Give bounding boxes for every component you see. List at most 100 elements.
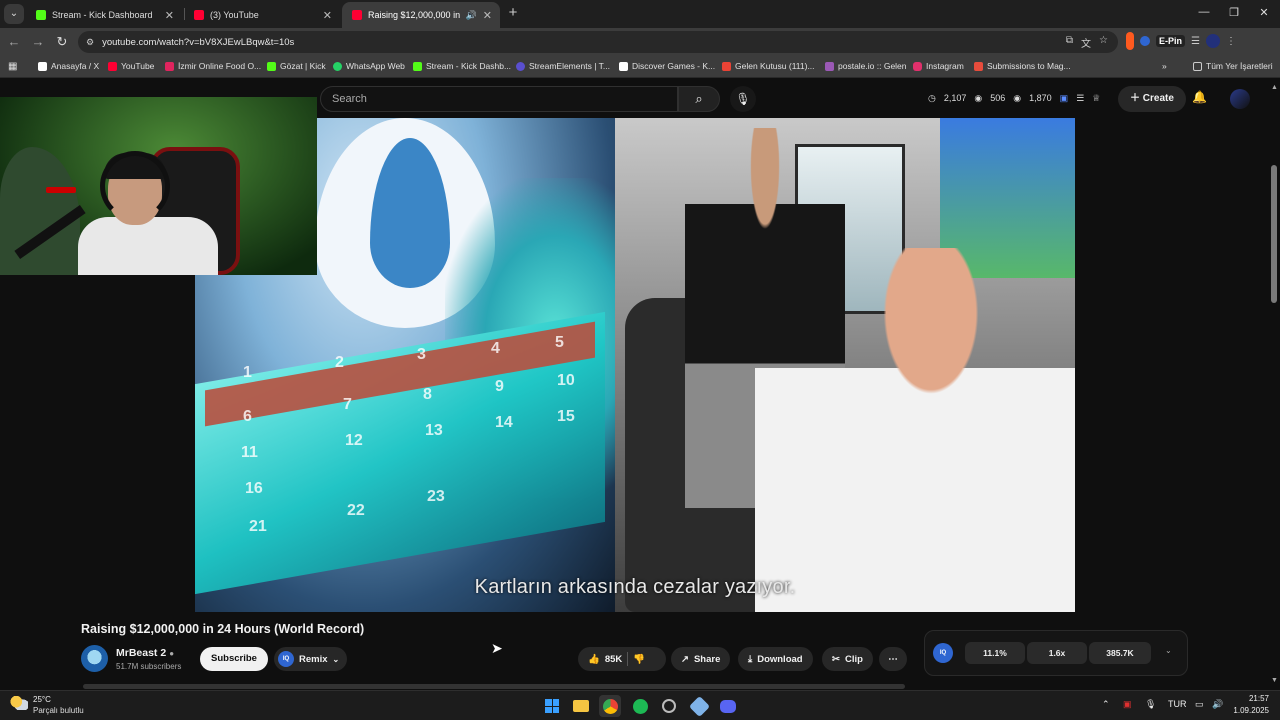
- bookmark-item[interactable]: Gelen Kutusu (111)...: [722, 61, 815, 71]
- reload-icon[interactable]: ↻: [53, 34, 71, 50]
- board-number: 22: [347, 502, 365, 519]
- bookmark-item[interactable]: İzmir Online Food O...: [165, 61, 261, 71]
- network-icon[interactable]: ▭: [1195, 699, 1204, 710]
- windows-taskbar: 25°C Parçalı bulutlu ⌃ ▣ 🎙 TUR ▭ 🔊 21:57…: [0, 690, 1280, 720]
- search-input[interactable]: Search: [320, 86, 678, 112]
- bookmark-label: Gözat | Kick: [280, 61, 326, 71]
- bookmark-item[interactable]: WhatsApp Web: [333, 61, 405, 71]
- windows-start-icon[interactable]: [541, 695, 563, 717]
- bookmark-item[interactable]: YouTube: [108, 61, 154, 71]
- video-caption: Kartların arkasında cezalar yazıyor.: [474, 576, 796, 598]
- create-button[interactable]: ＋ Create: [1118, 86, 1186, 112]
- tab-youtube-home[interactable]: (3) YouTube ✕: [184, 2, 340, 28]
- weather-temperature[interactable]: 25°C: [33, 695, 51, 704]
- bookmark-item[interactable]: Instagram: [913, 61, 964, 71]
- weather-cloud-sun-icon[interactable]: [10, 696, 28, 710]
- apps-grid-icon[interactable]: ▦: [8, 61, 17, 72]
- clock-date[interactable]: 1.09.2025: [1229, 706, 1269, 715]
- tab-search-button[interactable]: ⌄: [4, 4, 24, 24]
- media-controls-icon[interactable]: ☰: [1191, 36, 1200, 47]
- bookmark-item[interactable]: Anasayfa / X: [38, 61, 99, 71]
- close-tab-icon[interactable]: ✕: [323, 9, 332, 22]
- speaker-icon[interactable]: 🔊: [466, 10, 477, 21]
- close-tab-icon[interactable]: ✕: [483, 9, 492, 22]
- board-number: 15: [557, 408, 575, 425]
- iq-extension-icon[interactable]: ▣: [1060, 93, 1069, 104]
- share-button[interactable]: ↗ Share: [671, 647, 731, 671]
- extension-epin-badge[interactable]: E-Pin: [1156, 35, 1186, 47]
- bookmark-item[interactable]: Gözat | Kick: [267, 61, 326, 71]
- scroll-down-icon[interactable]: ▼: [1271, 677, 1278, 684]
- back-arrow-icon[interactable]: ←: [5, 34, 23, 49]
- notifications-bell-icon[interactable]: 🔔: [1192, 90, 1207, 104]
- tab-kick-dashboard[interactable]: Stream - Kick Dashboard ✕: [26, 2, 182, 28]
- app-circle-icon[interactable]: [658, 695, 680, 717]
- channel-avatar[interactable]: [81, 645, 108, 672]
- volume-icon[interactable]: 🔊: [1212, 699, 1223, 710]
- address-bar[interactable]: ⚙ youtube.com/watch?v=bV8XJEwLBqw&t=10s …: [78, 31, 1118, 53]
- scroll-up-icon[interactable]: ▲: [1271, 84, 1278, 91]
- like-divider: [627, 652, 629, 666]
- extension-iq-icon[interactable]: [1140, 36, 1150, 46]
- iq-extension-panel: IQ 11.1% 1.6x 385.7K ⌄: [924, 630, 1188, 676]
- board-number: 1: [243, 364, 252, 381]
- chrome-icon[interactable]: [599, 695, 621, 717]
- download-icon: ⤓: [748, 653, 753, 665]
- app-blocks-icon[interactable]: [688, 695, 710, 717]
- page-scrollbar[interactable]: [1271, 165, 1277, 303]
- thumbs-down-icon[interactable]: 👎: [633, 654, 645, 665]
- more-bookmarks-icon[interactable]: »: [1162, 61, 1167, 71]
- all-bookmarks-folder[interactable]: Tüm Yer İşaretleri: [1193, 61, 1273, 71]
- like-button[interactable]: 👍 85K: [588, 654, 622, 665]
- forward-arrow-icon[interactable]: →: [29, 34, 47, 49]
- browser-menu-icon[interactable]: ⋮: [1226, 36, 1236, 47]
- filter-icon[interactable]: ☰: [1076, 93, 1084, 104]
- new-tab-button[interactable]: +: [504, 4, 522, 22]
- remix-button[interactable]: IQ Remix ⌄: [274, 647, 348, 671]
- tab-current-video[interactable]: Raising $12,000,000 in 24 H 🔊 ✕: [342, 2, 500, 28]
- bookmark-item[interactable]: Stream - Kick Dashb...: [413, 61, 511, 71]
- board-number: 13: [425, 422, 443, 439]
- spotify-icon[interactable]: [629, 695, 651, 717]
- channel-name[interactable]: MrBeast 2 ●: [116, 647, 174, 659]
- subscribe-button[interactable]: Subscribe: [200, 647, 268, 671]
- bookmark-item[interactable]: postale.io :: Gelen: [825, 61, 907, 71]
- discord-icon[interactable]: [717, 695, 739, 717]
- bookmark-item[interactable]: Discover Games - K...: [619, 61, 715, 71]
- clock-time[interactable]: 21:57: [1235, 694, 1269, 703]
- translate-icon[interactable]: 文: [1081, 35, 1091, 50]
- clip-button[interactable]: ✂ Clip: [822, 647, 873, 671]
- download-button[interactable]: ⤓ Download: [738, 647, 813, 671]
- site-info-icon[interactable]: ⚙: [86, 37, 94, 48]
- video-title: Raising $12,000,000 in 24 Hours (World R…: [81, 622, 365, 636]
- profile-avatar-icon[interactable]: [1205, 34, 1220, 48]
- close-window-icon[interactable]: ✕: [1256, 6, 1272, 19]
- install-app-icon[interactable]: ⧉: [1066, 35, 1073, 50]
- board-number: 9: [495, 378, 504, 395]
- more-actions-button[interactable]: ⋯: [879, 647, 907, 671]
- tray-app-icon[interactable]: ▣: [1123, 699, 1132, 710]
- bookmark-label: YouTube: [121, 61, 155, 71]
- microphone-tray-icon[interactable]: 🎙: [1145, 699, 1156, 710]
- thumbs-up-icon: 👍: [588, 653, 600, 665]
- video-player[interactable]: 1 2 3 4 5 6 7 8 9 10 11 12 13 14 15 16 21 22 23 Kartların …: [195, 118, 1075, 612]
- search-icon[interactable]: ⌕: [678, 86, 720, 112]
- weather-description[interactable]: Parçalı bulutlu: [33, 706, 84, 715]
- streamer-webcam-overlay: [0, 97, 317, 275]
- minimize-icon[interactable]: —: [1196, 6, 1212, 18]
- chevron-down-icon[interactable]: ⌄: [1165, 646, 1172, 655]
- trophy-icon[interactable]: ♕: [1092, 93, 1100, 104]
- extension-flame-icon[interactable]: [1126, 32, 1134, 50]
- account-avatar[interactable]: [1230, 89, 1250, 109]
- bookmark-item[interactable]: StreamElements | T...: [516, 61, 610, 71]
- file-explorer-icon[interactable]: [570, 695, 592, 717]
- bookmarks-bar: ▦ Anasayfa / X YouTube İzmir Online Food…: [0, 56, 1280, 78]
- show-hidden-icons-icon[interactable]: ⌃: [1102, 699, 1110, 710]
- bookmark-star-icon[interactable]: ☆: [1099, 35, 1108, 50]
- restore-icon[interactable]: ❐: [1226, 6, 1242, 19]
- input-language[interactable]: TUR: [1168, 699, 1187, 709]
- close-tab-icon[interactable]: ✕: [165, 9, 174, 22]
- stat-value-third: 1,870: [1029, 93, 1052, 103]
- bookmark-item[interactable]: Submissions to Mag...: [974, 61, 1071, 71]
- microphone-icon[interactable]: 🎙: [730, 86, 756, 112]
